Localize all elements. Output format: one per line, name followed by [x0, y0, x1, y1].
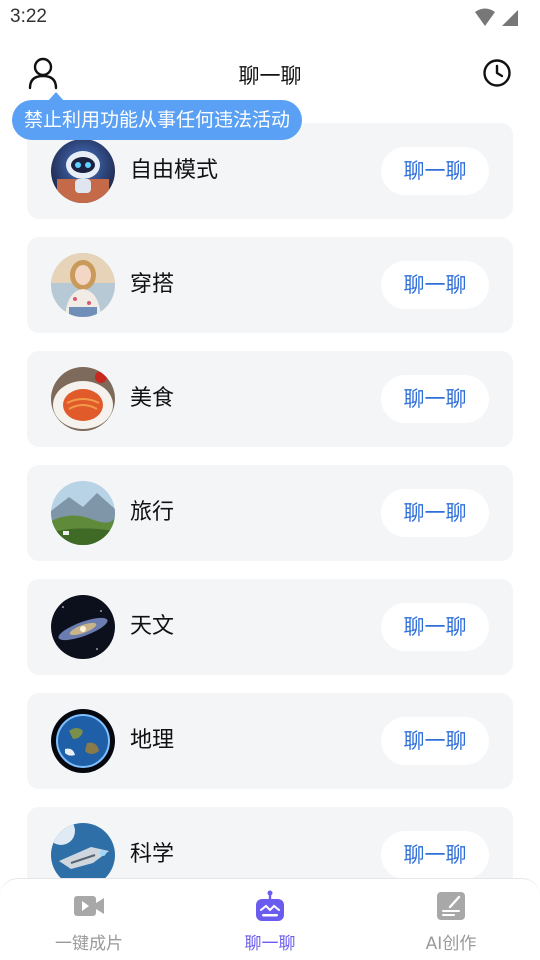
page-title: 聊一聊: [238, 64, 302, 88]
earth-avatar: [51, 709, 115, 773]
robot-avatar: [51, 139, 115, 203]
topic-label: 穿搭: [130, 272, 175, 297]
clock-icon: [483, 59, 511, 87]
topic-label: 天文: [130, 614, 175, 639]
food-avatar: [51, 367, 115, 431]
warning-tooltip: 禁止利用功能从事任何违法活动: [12, 92, 303, 140]
nav-chat[interactable]: 聊一聊: [200, 889, 340, 954]
topic-label: 旅行: [130, 500, 175, 525]
nav-label: 聊一聊: [244, 934, 296, 954]
chat-button[interactable]: 聊一聊: [381, 717, 489, 765]
nav-one-click-video[interactable]: 一键成片: [19, 889, 159, 954]
history-button[interactable]: [482, 58, 512, 88]
chat-button[interactable]: 聊一聊: [381, 261, 489, 309]
tooltip-arrow: [48, 92, 64, 101]
chat-button[interactable]: 聊一聊: [381, 831, 489, 879]
topic-card-geography[interactable]: 地理 聊一聊: [27, 693, 513, 789]
tooltip-text: 禁止利用功能从事任何违法活动: [24, 109, 291, 131]
fashion-avatar: [51, 253, 115, 317]
chat-button[interactable]: 聊一聊: [381, 489, 489, 537]
wifi-icon: [475, 8, 495, 26]
topic-card-food[interactable]: 美食 聊一聊: [27, 351, 513, 447]
header: 聊一聊: [0, 50, 540, 98]
nav-label: AI创作: [425, 934, 477, 954]
topic-card-astronomy[interactable]: 天文 聊一聊: [27, 579, 513, 675]
video-icon: [74, 896, 104, 916]
nav-label: 一键成片: [55, 934, 123, 954]
topic-label: 地理: [130, 728, 175, 753]
chat-button[interactable]: 聊一聊: [381, 375, 489, 423]
bottom-navigation: 一键成片 聊一聊 AI创作: [0, 878, 540, 960]
edit-note-icon: [437, 892, 465, 920]
status-icons: [474, 8, 520, 28]
chat-button[interactable]: 聊一聊: [381, 603, 489, 651]
topic-card-outfit[interactable]: 穿搭 聊一聊: [27, 237, 513, 333]
topic-card-travel[interactable]: 旅行 聊一聊: [27, 465, 513, 561]
galaxy-avatar: [51, 595, 115, 659]
robot-icon: [256, 890, 284, 921]
travel-avatar: [51, 481, 115, 545]
nav-ai-create[interactable]: AI创作: [381, 889, 521, 954]
topic-label: 美食: [130, 386, 175, 411]
topic-list: 自由模式 聊一聊 穿搭 聊一聊 美食 聊一聊 旅行 聊一聊 天文 聊一聊 地理 …: [27, 123, 513, 921]
chat-button[interactable]: 聊一聊: [381, 147, 489, 195]
status-bar: 3:22: [0, 0, 540, 38]
status-time: 3:22: [10, 6, 47, 27]
signal-icon: [502, 10, 518, 26]
